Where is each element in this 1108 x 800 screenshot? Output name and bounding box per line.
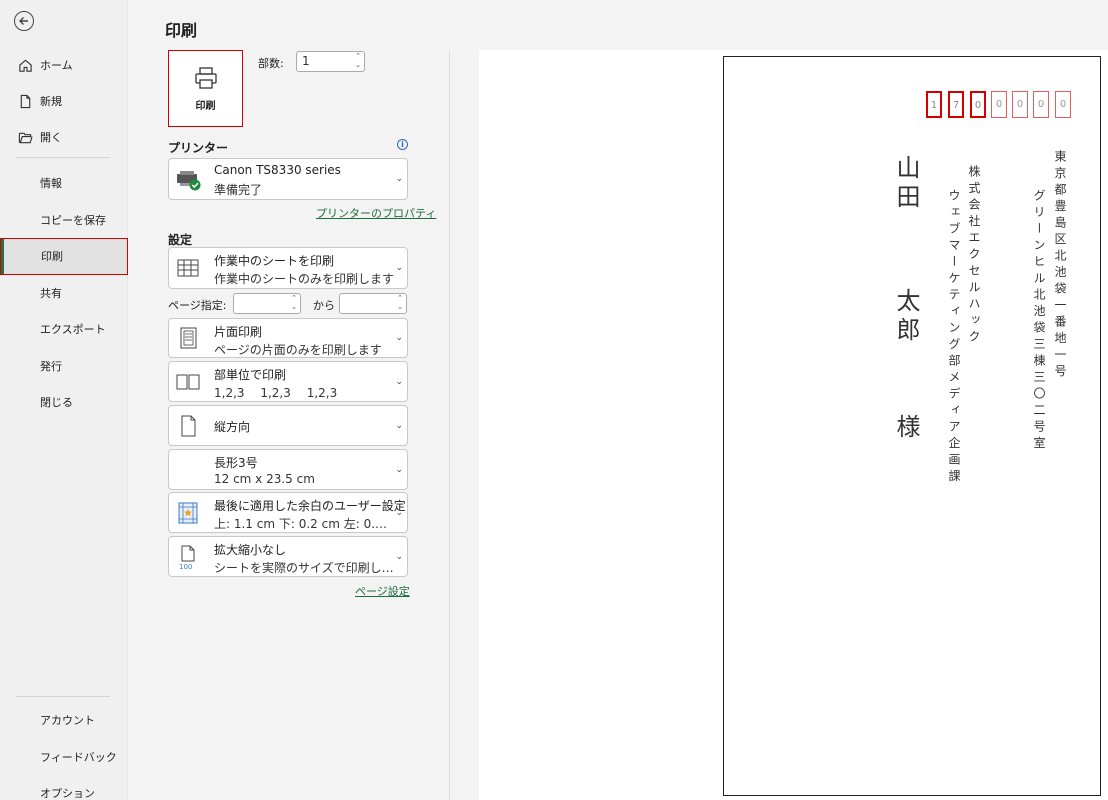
- chevron-down-icon: ⌄: [395, 420, 403, 431]
- nav-share[interactable]: 共有: [0, 275, 128, 312]
- pages-to-input[interactable]: ⌃ ⌄: [339, 293, 407, 314]
- printer-name: Canon TS8330 series: [214, 163, 341, 177]
- single-sided-icon: [180, 327, 197, 349]
- panel-separator: [449, 50, 450, 800]
- pages-label: ページ指定:: [168, 299, 227, 312]
- portrait-page-icon: [181, 415, 196, 436]
- scaling-dropdown[interactable]: 100 拡大縮小なし シートを実際のサイズで印刷します ⌄: [168, 536, 408, 577]
- collate-title: 部単位で印刷: [214, 368, 287, 382]
- nav-mid-group: 情報 コピーを保存 印刷 共有 エクスポート 発行 閉じる: [0, 165, 128, 421]
- nav-save-copy[interactable]: コピーを保存: [0, 202, 128, 239]
- settings-heading: 設定: [168, 233, 193, 247]
- sidebar-divider: [16, 157, 110, 158]
- printer-properties-link[interactable]: プリンターのプロパティ: [316, 205, 436, 221]
- collate-dropdown[interactable]: 部単位で印刷 1,2,3 1,2,3 1,2,3 ⌄: [168, 361, 408, 402]
- folder-open-icon: [18, 132, 33, 143]
- chevron-down-icon: ⌄: [395, 263, 403, 273]
- info-icon[interactable]: i: [397, 139, 408, 150]
- nav-options[interactable]: オプション: [0, 775, 128, 800]
- recipient-given-name: 太郎: [892, 288, 920, 346]
- sides-title: 片面印刷: [214, 325, 263, 339]
- orientation-value: 縦方向: [214, 420, 251, 434]
- sides-dropdown[interactable]: 片面印刷 ページの片面のみを印刷します ⌄: [168, 318, 408, 358]
- postal-digit-box: 0: [991, 91, 1007, 118]
- chevron-down-icon: ⌄: [395, 464, 403, 475]
- scaling-icon-text: 100: [179, 563, 192, 570]
- margins-title: 最後に適用した余白のユーザー設定: [214, 499, 406, 513]
- print-button-label: 印刷: [195, 101, 216, 112]
- nav-print[interactable]: 印刷: [0, 238, 128, 275]
- back-arrow-icon[interactable]: [14, 11, 34, 31]
- chevron-down-icon: ⌄: [395, 551, 403, 562]
- nav-close[interactable]: 閉じる: [0, 384, 128, 421]
- postal-digit-box: 0: [1055, 91, 1071, 118]
- nav-feedback[interactable]: フィードバック: [0, 739, 128, 776]
- copies-spinner-icon[interactable]: ⌃ ⌄: [355, 52, 361, 70]
- printer-status: 準備完了: [214, 183, 263, 197]
- nav-open[interactable]: 開く: [0, 119, 128, 155]
- copies-value: 1: [302, 54, 310, 68]
- printer-ready-icon: [177, 171, 201, 191]
- new-file-icon: [20, 94, 31, 108]
- pages-from-input[interactable]: ⌃ ⌄: [233, 293, 301, 314]
- collate-icon: [176, 374, 200, 389]
- printer-dropdown[interactable]: Canon TS8330 series 準備完了 ⌄: [168, 158, 408, 200]
- paper-size-title: 長形3号: [214, 456, 258, 470]
- print-scope-desc: 作業中のシートのみを印刷します: [214, 272, 395, 286]
- nav-home[interactable]: ホーム: [0, 47, 128, 83]
- printer-icon: [194, 67, 217, 89]
- margins-dropdown[interactable]: 最後に適用した余白のユーザー設定 上: 1.1 cm 下: 0.2 cm 左: …: [168, 492, 408, 533]
- chevron-down-icon: ⌄: [395, 333, 403, 343]
- orientation-dropdown[interactable]: 縦方向 ⌄: [168, 405, 408, 446]
- nav-info[interactable]: 情報: [0, 165, 128, 202]
- address-line-1: 東京都豊島区北池袋一番地一号: [1053, 150, 1067, 381]
- copies-label: 部数:: [258, 57, 284, 70]
- spinner-icon[interactable]: ⌃ ⌄: [291, 294, 297, 312]
- address-line-2: グリーンヒル北池袋三棟三〇二号室: [1032, 189, 1046, 453]
- nav-new[interactable]: 新規: [0, 83, 128, 119]
- chevron-down-icon: ⌄: [395, 174, 403, 184]
- recipient-surname: 山田: [892, 155, 920, 213]
- margins-desc: 上: 1.1 cm 下: 0.2 cm 左: 0.…: [214, 517, 388, 531]
- sides-desc: ページの片面のみを印刷します: [214, 343, 382, 357]
- sidebar-divider-bottom: [16, 696, 110, 697]
- print-scope-dropdown[interactable]: 作業中のシートを印刷 作業中のシートのみを印刷します ⌄: [168, 247, 408, 289]
- postal-digit-box: 0: [970, 91, 986, 118]
- nav-home-label: ホーム: [40, 59, 73, 72]
- printer-heading: プリンター: [168, 141, 229, 155]
- print-button[interactable]: 印刷: [168, 50, 243, 127]
- scaling-title: 拡大縮小なし: [214, 543, 287, 557]
- paper-size-desc: 12 cm x 23.5 cm: [214, 472, 315, 486]
- postal-digit-box: 1: [926, 91, 942, 118]
- honorific: 様: [892, 414, 920, 438]
- no-scaling-icon: 100: [179, 545, 195, 570]
- scaling-desc: シートを実際のサイズで印刷します: [214, 561, 399, 575]
- page-title: 印刷: [165, 21, 198, 40]
- nav-account[interactable]: アカウント: [0, 702, 128, 739]
- nav-top-group: ホーム 新規 開く: [0, 47, 128, 155]
- sheet-grid-icon: [177, 259, 199, 277]
- paper-size-dropdown[interactable]: 長形3号 12 cm x 23.5 cm ⌄: [168, 449, 408, 490]
- collate-desc: 1,2,3 1,2,3 1,2,3: [214, 386, 338, 400]
- nav-open-label: 開く: [40, 131, 62, 144]
- copies-input[interactable]: 1 ⌃ ⌄: [296, 51, 365, 72]
- chevron-down-icon: ⌄: [395, 507, 403, 518]
- postal-digit-box: 0: [1033, 91, 1049, 118]
- margins-icon: [178, 502, 198, 523]
- nav-new-label: 新規: [40, 95, 62, 108]
- page-setup-link[interactable]: ページ設定: [355, 583, 410, 599]
- pages-to-label: から: [313, 299, 335, 312]
- department-name: ウェブマーケティング部メディア企画課: [947, 189, 961, 486]
- nav-export[interactable]: エクスポート: [0, 311, 128, 348]
- nav-publish[interactable]: 発行: [0, 348, 128, 385]
- print-scope-title: 作業中のシートを印刷: [214, 254, 335, 268]
- spinner-icon[interactable]: ⌃ ⌄: [397, 294, 403, 312]
- home-icon: [19, 59, 32, 72]
- postal-digit-box: 7: [948, 91, 964, 118]
- company-name: 株式会社エクセルハック: [967, 165, 981, 347]
- backstage-sidebar: ホーム 新規 開く 情報 コピーを保存 印刷 共有 エクスポート 発行 閉じる …: [0, 0, 128, 800]
- chevron-down-icon: ⌄: [395, 376, 403, 387]
- postal-digit-box: 0: [1012, 91, 1028, 118]
- nav-bottom-group: アカウント フィードバック オプション: [0, 702, 128, 800]
